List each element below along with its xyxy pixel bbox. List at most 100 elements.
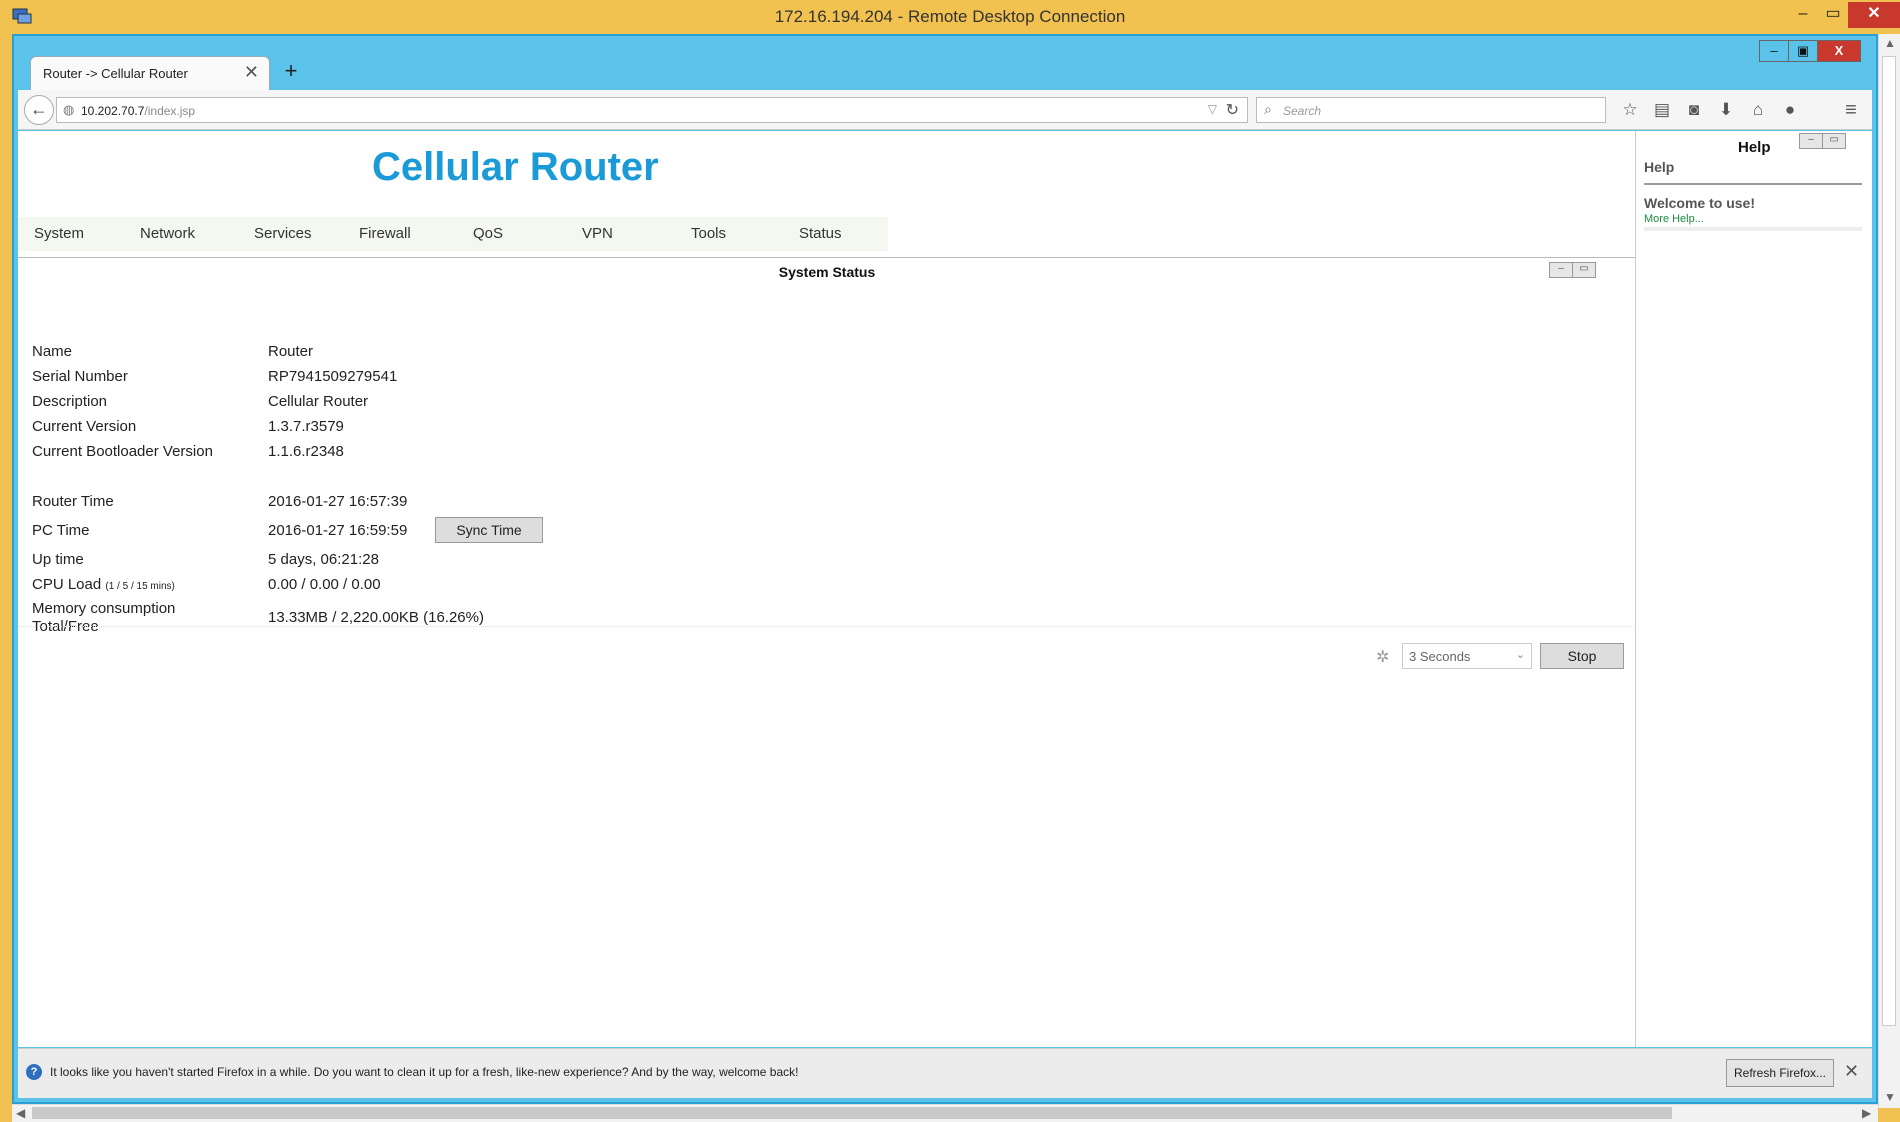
menu-item-network[interactable]: Network — [140, 217, 195, 251]
status-label: Memory consumption Total/Free — [32, 600, 262, 636]
help-divider — [1644, 183, 1862, 185]
status-value: RP7941509279541 — [268, 368, 398, 385]
close-notification-icon[interactable]: ✕ — [1844, 1061, 1859, 1082]
brand-title: Cellular Router — [372, 145, 659, 189]
horizontal-scrollbar[interactable]: ◀ ▶ — [12, 1104, 1878, 1122]
url-text: 10.202.70.7/index.jsp — [81, 104, 195, 118]
toolbar-icons: ☆ ▤ ◙ ⬇ ⌂ ● — [1614, 96, 1806, 124]
status-value: 0.00 / 0.00 / 0.00 — [268, 576, 381, 593]
chat-icon[interactable]: ● — [1774, 96, 1806, 124]
help-subheading: Help — [1644, 159, 1675, 175]
help-heading: Help — [1738, 139, 1771, 156]
refresh-interval-value: 3 Seconds — [1409, 649, 1471, 664]
url-path: /index.jsp — [144, 104, 196, 118]
refresh-firefox-button[interactable]: Refresh Firefox... — [1726, 1059, 1834, 1087]
status-value: 1.1.6.r2348 — [268, 443, 344, 460]
tab-title: Router -> Cellular Router — [43, 66, 188, 81]
more-help-link[interactable]: More Help... — [1644, 213, 1704, 225]
chevron-down-icon: ⌄ — [1515, 649, 1525, 661]
status-value: 2016-01-27 16:59:59 — [268, 522, 408, 539]
help-sidebar: Help – ▭ Help Welcome to use! More Help.… — [1638, 131, 1872, 1047]
status-label: Router Time — [32, 493, 114, 510]
horizontal-scroll-thumb[interactable] — [32, 1107, 1672, 1119]
menu-item-qos[interactable]: QoS — [473, 217, 503, 251]
cpu-label-text: CPU Load — [32, 576, 102, 593]
menu-item-tools[interactable]: Tools — [691, 217, 726, 251]
reload-icon[interactable]: ↻ — [1226, 100, 1239, 120]
back-arrow-icon: ← — [30, 99, 48, 119]
downloads-icon[interactable]: ⬇ — [1710, 96, 1742, 124]
main-frame: Cellular Router System Network Services … — [18, 131, 1636, 1047]
loading-spinner-icon: ✲ — [1376, 649, 1390, 666]
rdp-titlebar: 172.16.194.204 - Remote Desktop Connecti… — [0, 0, 1900, 34]
status-value: 5 days, 06:21:28 — [268, 551, 379, 568]
rdp-frame — [0, 34, 12, 1122]
back-button[interactable]: ← — [24, 95, 54, 125]
status-value: 1.3.7.r3579 — [268, 418, 344, 435]
stop-refresh-button[interactable]: Stop — [1540, 643, 1624, 669]
notification-message: It looks like you haven't started Firefo… — [50, 1065, 799, 1079]
star-icon[interactable]: ☆ — [1614, 96, 1646, 124]
help-maximize-button[interactable]: ▭ — [1822, 133, 1846, 149]
site-identity-icon[interactable]: ◍ — [63, 102, 74, 118]
reading-list-icon[interactable]: ▤ — [1646, 96, 1678, 124]
menu-item-vpn[interactable]: VPN — [582, 217, 613, 251]
tab-close-icon[interactable]: ✕ — [244, 62, 259, 83]
status-label: Up time — [32, 551, 84, 568]
sync-time-button[interactable]: Sync Time — [435, 517, 543, 543]
notification-bar: ? It looks like you haven't started Fire… — [18, 1048, 1872, 1098]
scroll-down-icon[interactable]: ▼ — [1884, 1090, 1896, 1104]
search-input[interactable]: ⌕ Search — [1256, 97, 1606, 123]
browser-close-button[interactable]: X — [1817, 40, 1861, 62]
scroll-left-icon[interactable]: ◀ — [16, 1106, 25, 1120]
menu-divider — [18, 257, 1636, 258]
vertical-scroll-thumb[interactable] — [1882, 56, 1896, 1026]
browser-restore-button[interactable]: ▣ — [1788, 40, 1818, 62]
status-label: Current Bootloader Version — [32, 443, 213, 460]
status-label: CPU Load (1 / 5 / 15 mins) — [32, 576, 262, 593]
firefox-window: – ▣ X Router -> Cellular Router ✕ + ← ◍ … — [12, 34, 1878, 1104]
cpu-label-interval: (1 / 5 / 15 mins) — [105, 581, 175, 592]
menu-item-firewall[interactable]: Firewall — [359, 217, 411, 251]
help-minimize-button[interactable]: – — [1799, 133, 1823, 149]
status-value: 2016-01-27 16:57:39 — [268, 493, 408, 510]
browser-tab[interactable]: Router -> Cellular Router ✕ — [30, 56, 270, 90]
url-host: 10.202.70.7 — [81, 104, 145, 118]
refresh-interval-select[interactable]: 3 Seconds ⌄ — [1402, 643, 1532, 669]
url-history-dropdown-icon[interactable]: ▽ — [1208, 102, 1217, 116]
help-welcome-text: Welcome to use! — [1644, 195, 1755, 211]
menu-item-status[interactable]: Status — [799, 217, 842, 251]
status-label: PC Time — [32, 522, 90, 539]
scroll-right-icon[interactable]: ▶ — [1862, 1106, 1871, 1120]
info-icon: ? — [26, 1064, 42, 1080]
panel-controls: – ▭ — [1549, 262, 1596, 278]
search-placeholder: Search — [1283, 104, 1322, 118]
section-divider — [18, 626, 1636, 627]
status-value: 13.33MB / 2,220.00KB (16.26%) — [268, 609, 484, 626]
status-label: Description — [32, 393, 108, 410]
page-content: Cellular Router System Network Services … — [18, 131, 1872, 1047]
status-label: Serial Number — [32, 368, 128, 385]
panel-minimize-button[interactable]: – — [1549, 262, 1573, 278]
panel-maximize-button[interactable]: ▭ — [1572, 262, 1596, 278]
status-label: Name — [32, 343, 73, 360]
scroll-up-icon[interactable]: ▲ — [1884, 36, 1896, 50]
menu-item-system[interactable]: System — [34, 217, 84, 251]
help-bottom-divider — [1644, 227, 1862, 231]
search-icon: ⌕ — [1264, 101, 1272, 117]
menu-item-services[interactable]: Services — [254, 217, 312, 251]
status-value: Cellular Router — [268, 393, 369, 410]
url-bar[interactable]: ◍ 10.202.70.7/index.jsp ▽ ↻ — [56, 97, 1248, 123]
status-label: Current Version — [32, 418, 137, 435]
browser-window-controls: – ▣ X — [1759, 40, 1861, 64]
memory-label-line1: Memory consumption — [32, 600, 176, 617]
browser-minimize-button[interactable]: – — [1759, 40, 1789, 62]
new-tab-button[interactable]: + — [276, 56, 306, 86]
status-value: Router — [268, 343, 314, 360]
main-menu: System Network Services Firewall QoS VPN… — [18, 217, 888, 251]
hamburger-menu-icon[interactable]: ≡ — [1836, 96, 1866, 124]
vertical-scrollbar[interactable]: ▲ ▼ — [1878, 34, 1900, 1108]
pocket-icon[interactable]: ◙ — [1678, 96, 1710, 124]
rdp-close-button[interactable]: ✕ — [1848, 2, 1900, 28]
home-icon[interactable]: ⌂ — [1742, 96, 1774, 124]
